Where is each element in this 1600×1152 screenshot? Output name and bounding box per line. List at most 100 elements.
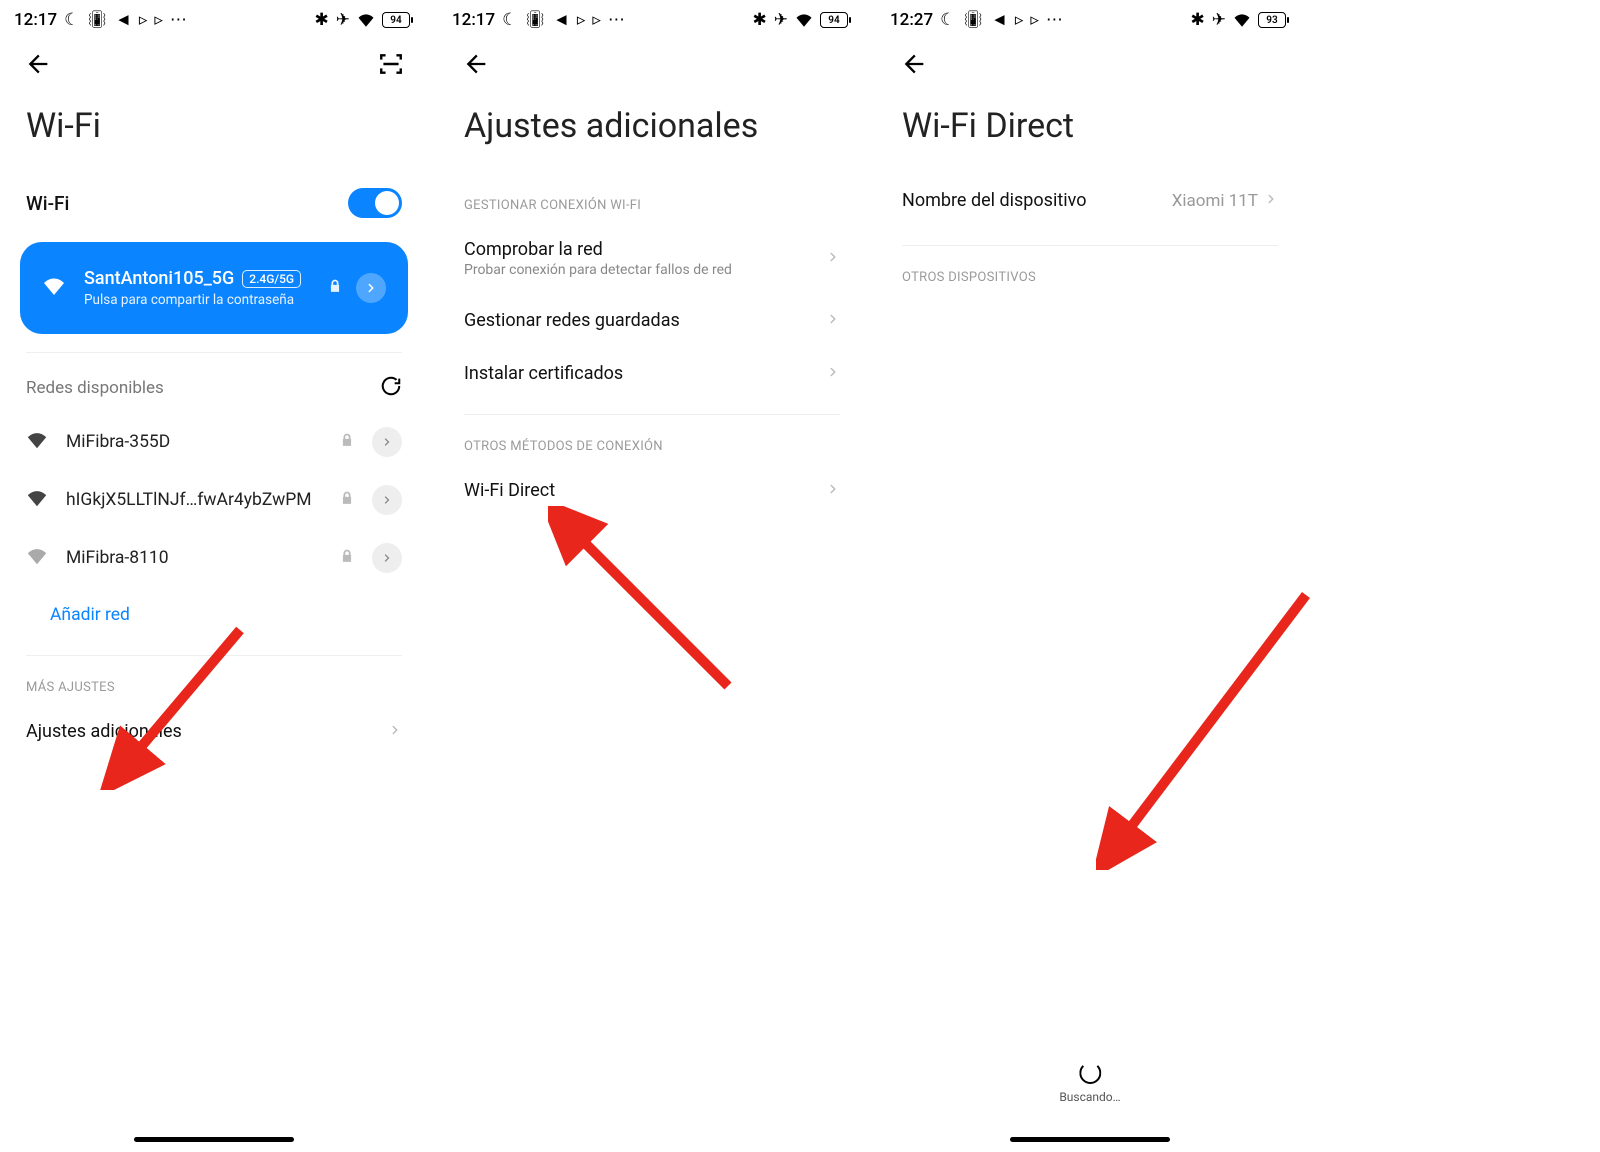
bluetooth-icon: ✱ [753, 10, 767, 30]
vibrate-icon: 📳︎ [86, 10, 108, 30]
row-label: Gestionar redes guardadas [464, 310, 680, 331]
device-name-row[interactable]: Nombre del dispositivo Xiaomi 11T [876, 174, 1304, 227]
available-header: Redes disponibles [26, 378, 164, 398]
wifi-icon [26, 489, 48, 511]
status-bar: 12:27 ☾ 📳︎ ◄ ▹ ▹ ⋯ ✱ ✈︎ 93 [876, 0, 1304, 36]
battery-icon: 94 [820, 12, 848, 28]
connected-network-card[interactable]: SantAntoni105_5G 2.4G/5G Pulsa para comp… [20, 242, 408, 334]
wifi-direct-row[interactable]: Wi-Fi Direct [438, 464, 866, 517]
nav-handle[interactable] [134, 1137, 294, 1142]
lock-icon [340, 548, 354, 568]
lock-icon [340, 490, 354, 510]
battery-icon: 94 [382, 12, 410, 28]
wifi-status-icon [795, 13, 813, 27]
network-ssid: hIGkjX5LLTlNJf…fwAr4ybZwPM [66, 490, 322, 510]
screen-additional: 12:17 ☾ 📳︎ ◄ ▹ ▹ ⋯ ✱ ✈︎ 94 Ajustes adici… [438, 0, 866, 1152]
airplane-icon: ✈︎ [1212, 10, 1226, 30]
chevron-right-icon [826, 364, 840, 383]
network-item[interactable]: hIGkjX5LLTlNJf…fwAr4ybZwPM [0, 471, 428, 529]
wifi-icon [42, 276, 66, 300]
network-detail-button[interactable] [372, 485, 402, 515]
moon-icon: ☾ [502, 10, 517, 30]
telegram-icon: ◄ [991, 10, 1008, 30]
chevron-right-icon [826, 249, 840, 268]
battery-icon: 93 [1258, 12, 1286, 28]
vibrate-icon: 📳︎ [524, 10, 546, 30]
play-icon: ▹ [154, 10, 163, 30]
row-label: Instalar certificados [464, 363, 623, 384]
nav-handle[interactable] [1010, 1137, 1170, 1142]
network-ssid: MiFibra-8110 [66, 548, 322, 568]
screen-wifi: 12:17 ☾ 📳︎ ◄ ▹ ▹ ⋯ ✱ ✈︎ 94 Wi-Fi Wi- [0, 0, 428, 1152]
other-devices-header: OTROS DISPOSITIVOS [876, 246, 1304, 295]
moon-icon: ☾ [940, 10, 955, 30]
lock-icon [328, 278, 342, 298]
status-time: 12:27 [890, 10, 933, 30]
searching-indicator: Buscando… [1059, 1062, 1120, 1104]
wifi-toggle-row[interactable]: Wi-Fi [0, 174, 428, 232]
row-sub: Probar conexión para detectar fallos de … [464, 262, 732, 278]
spinner-icon [1079, 1062, 1101, 1084]
add-network-link[interactable]: Añadir red [0, 587, 428, 643]
back-button[interactable] [462, 50, 490, 82]
bluetooth-icon: ✱ [1191, 10, 1205, 30]
play-icon: ▹ [139, 10, 148, 30]
row-label: Wi-Fi Direct [464, 480, 555, 501]
status-time: 12:17 [14, 10, 57, 30]
network-detail-button[interactable] [372, 427, 402, 457]
annotation-arrow [548, 506, 748, 706]
chevron-right-icon [1264, 191, 1278, 210]
section-header: GESTIONAR CONEXIÓN WI-FI [438, 174, 866, 223]
connected-ssid: SantAntoni105_5G [84, 268, 234, 289]
chevron-right-icon [826, 481, 840, 500]
vibrate-icon: 📳︎ [962, 10, 984, 30]
network-detail-button[interactable] [372, 543, 402, 573]
band-chip: 2.4G/5G [242, 270, 301, 288]
moon-icon: ☾ [64, 10, 79, 30]
check-network-row[interactable]: Comprobar la red Probar conexión para de… [438, 223, 866, 294]
refresh-button[interactable] [380, 375, 402, 401]
wifi-status-icon [357, 13, 375, 27]
wifi-status-icon [1233, 13, 1251, 27]
play-icon: ▹ [1030, 10, 1039, 30]
page-title: Wi-Fi Direct [876, 90, 1304, 174]
connected-hint: Pulsa para compartir la contraseña [84, 292, 328, 308]
back-button[interactable] [24, 50, 52, 82]
install-certs-row[interactable]: Instalar certificados [438, 347, 866, 400]
telegram-icon: ◄ [115, 10, 132, 30]
wifi-toggle-label: Wi-Fi [26, 192, 69, 215]
wifi-toggle[interactable] [348, 188, 402, 218]
screen-wifi-direct: 12:27 ☾ 📳︎ ◄ ▹ ▹ ⋯ ✱ ✈︎ 93 Wi-Fi Direct … [876, 0, 1304, 1152]
section-header: OTROS MÉTODOS DE CONEXIÓN [438, 415, 866, 464]
row-label: Comprobar la red [464, 239, 732, 260]
telegram-icon: ◄ [553, 10, 570, 30]
play-icon: ▹ [1015, 10, 1024, 30]
wifi-icon [26, 431, 48, 453]
airplane-icon: ✈︎ [336, 10, 350, 30]
manage-saved-row[interactable]: Gestionar redes guardadas [438, 294, 866, 347]
additional-settings-row[interactable]: Ajustes adicionales [0, 705, 428, 758]
chevron-right-icon [826, 311, 840, 330]
chevron-right-icon [388, 722, 402, 741]
more-icon: ⋯ [608, 10, 625, 30]
airplane-icon: ✈︎ [774, 10, 788, 30]
network-item[interactable]: MiFibra-355D [0, 413, 428, 471]
searching-label: Buscando… [1059, 1090, 1120, 1104]
annotation-arrow [1096, 590, 1316, 870]
back-button[interactable] [900, 50, 928, 82]
play-icon: ▹ [592, 10, 601, 30]
wifi-icon [26, 547, 48, 569]
network-detail-button[interactable] [356, 273, 386, 303]
page-title: Ajustes adicionales [438, 90, 866, 174]
device-name-value: Xiaomi 11T [1172, 191, 1258, 211]
network-ssid: MiFibra-355D [66, 432, 322, 452]
network-item[interactable]: MiFibra-8110 [0, 529, 428, 587]
more-icon: ⋯ [170, 10, 187, 30]
status-time: 12:17 [452, 10, 495, 30]
lock-icon [340, 432, 354, 452]
status-bar: 12:17 ☾ 📳︎ ◄ ▹ ▹ ⋯ ✱ ✈︎ 94 [0, 0, 428, 36]
more-settings-header: MÁS AJUSTES [0, 656, 428, 705]
page-title: Wi-Fi [0, 90, 428, 174]
qr-scan-button[interactable] [378, 51, 404, 81]
status-bar: 12:17 ☾ 📳︎ ◄ ▹ ▹ ⋯ ✱ ✈︎ 94 [438, 0, 866, 36]
